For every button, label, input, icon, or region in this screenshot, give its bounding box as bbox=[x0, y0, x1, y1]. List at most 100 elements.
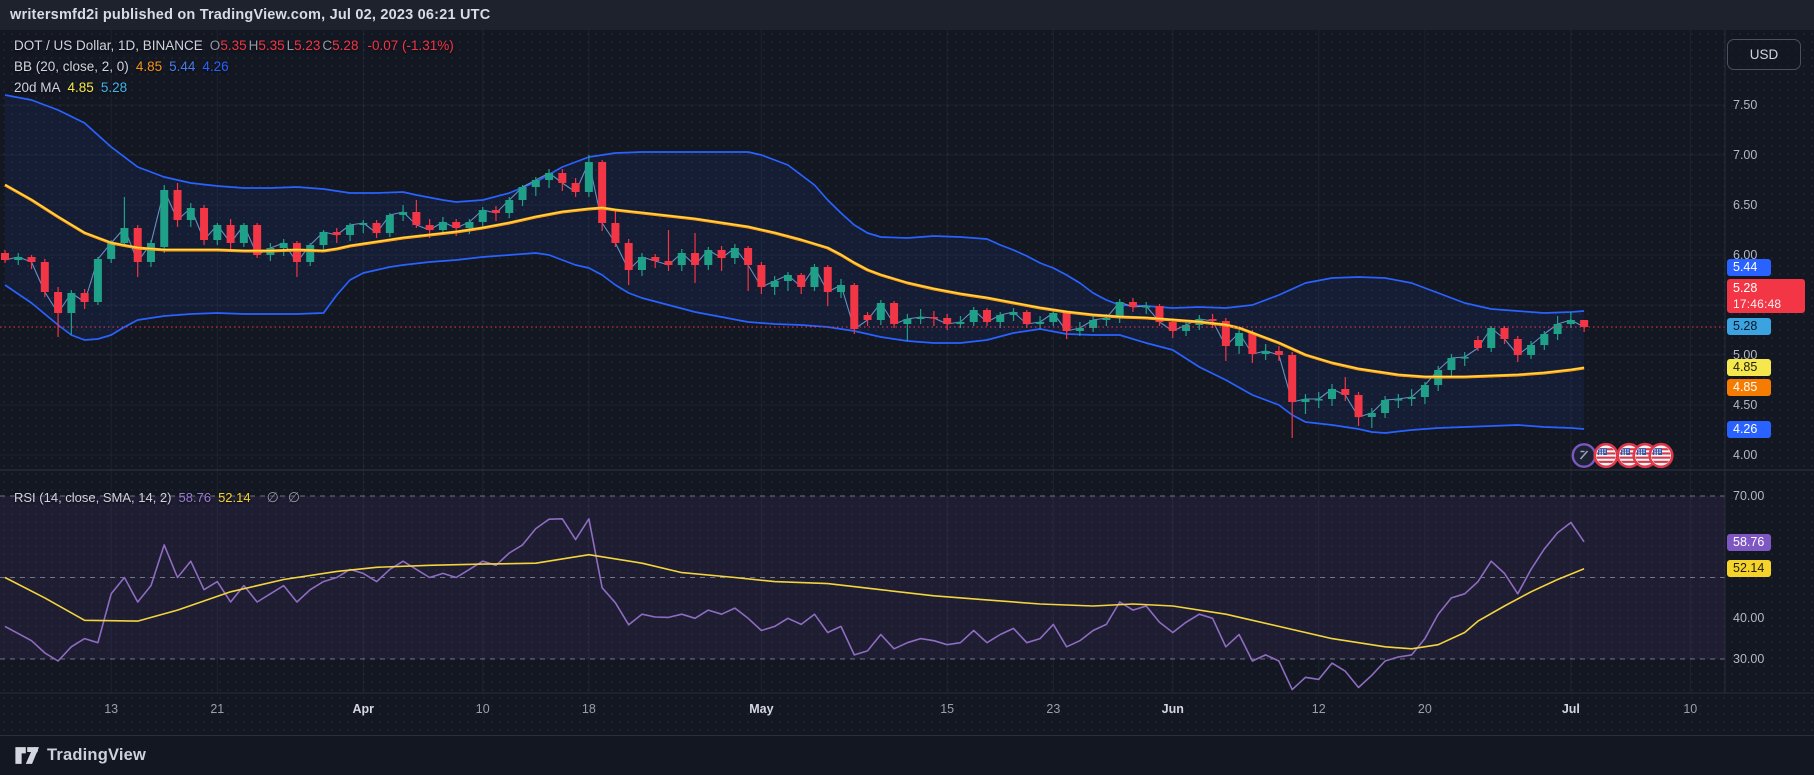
rsi-indicator-label[interactable]: RSI (14, close, SMA, 14, 2) bbox=[14, 490, 172, 505]
candle-body bbox=[1142, 306, 1150, 308]
price-value-label: 4.26 bbox=[1727, 421, 1771, 438]
candle-body bbox=[1315, 399, 1323, 401]
candle-body bbox=[1580, 320, 1588, 327]
rsi-tick: 40.00 bbox=[1733, 609, 1764, 627]
candle-body bbox=[54, 292, 62, 313]
candle-body bbox=[1527, 345, 1535, 355]
candle-body bbox=[757, 265, 765, 287]
rsi-legend-row[interactable]: RSI (14, close, SMA, 14, 2) 58.7652.14 ∅… bbox=[14, 489, 300, 506]
rsi-value-label: 58.76 bbox=[1727, 534, 1771, 551]
candle-body bbox=[651, 257, 659, 261]
tradingview-logo-icon[interactable] bbox=[14, 745, 39, 766]
candle-body bbox=[1341, 389, 1349, 395]
candle-body bbox=[160, 190, 168, 247]
candle-body bbox=[678, 253, 686, 265]
time-axis[interactable]: 1321Apr1018May1523Jun1220Jul10 bbox=[0, 693, 1814, 735]
candle-body bbox=[903, 319, 911, 324]
price-tick: 7.00 bbox=[1733, 146, 1757, 164]
candle-body bbox=[1182, 325, 1190, 331]
rsi-empty-icon: ∅ bbox=[288, 489, 300, 506]
candle-body bbox=[452, 222, 460, 228]
bb-indicator-label[interactable]: BB (20, close, 2, 0) bbox=[14, 59, 129, 74]
candle-body bbox=[227, 225, 235, 243]
ma-indicator-label[interactable]: 20d MA bbox=[14, 80, 61, 95]
candle-body bbox=[1474, 340, 1482, 348]
candle-body bbox=[1301, 399, 1309, 402]
candle-body bbox=[1368, 413, 1376, 417]
price-axis[interactable]: USD 7.507.006.506.005.004.504.0070.0040.… bbox=[1725, 30, 1814, 693]
candle-body bbox=[465, 222, 473, 228]
chart-plot-svg[interactable] bbox=[0, 30, 1814, 735]
candle-body bbox=[704, 250, 712, 265]
candle-body bbox=[373, 223, 381, 233]
candle-body bbox=[1554, 324, 1562, 334]
rsi-tick: 70.00 bbox=[1733, 487, 1764, 505]
price-tick: 4.00 bbox=[1733, 446, 1757, 464]
ohlc-c: C5.28 bbox=[322, 38, 358, 53]
us-flag-event-icon[interactable] bbox=[1648, 442, 1675, 469]
candle-body bbox=[1010, 312, 1018, 315]
tradingview-snapshot: writersmfd2i published on TradingView.co… bbox=[0, 0, 1814, 774]
bb-values: 4.855.444.26 bbox=[136, 59, 236, 74]
candle-body bbox=[346, 225, 354, 235]
candle-body bbox=[970, 310, 978, 322]
candle-body bbox=[545, 173, 553, 180]
currency-toggle-button[interactable]: USD bbox=[1727, 39, 1801, 70]
candle-body bbox=[1275, 351, 1283, 355]
candle-body bbox=[585, 162, 593, 192]
candle-body bbox=[1023, 312, 1031, 324]
tradingview-wordmark[interactable]: TradingView bbox=[47, 746, 146, 765]
price-value-label: 4.85 bbox=[1727, 379, 1771, 396]
candle-body bbox=[1288, 355, 1296, 402]
candle-body bbox=[1394, 399, 1402, 401]
candle-body bbox=[1235, 333, 1243, 346]
symbol-legend-row[interactable]: DOT / US Dollar, 1D, BINANCE O5.35H5.35L… bbox=[14, 38, 454, 53]
candle-body bbox=[1540, 334, 1548, 345]
candle-body bbox=[890, 303, 898, 324]
candle-body bbox=[996, 315, 1004, 322]
candle-body bbox=[359, 223, 367, 225]
candle-body bbox=[877, 303, 885, 320]
candle-body bbox=[41, 262, 49, 292]
chart-canvas[interactable]: DOT / US Dollar, 1D, BINANCE O5.35H5.35L… bbox=[0, 30, 1814, 735]
candle-body bbox=[386, 215, 394, 233]
bb-fill bbox=[5, 95, 1584, 433]
time-tick-day: 18 bbox=[582, 702, 596, 716]
time-tick-day: 10 bbox=[476, 702, 490, 716]
candle-body bbox=[187, 208, 195, 220]
footer-bar: TradingView bbox=[0, 735, 1814, 775]
bb-legend-row[interactable]: BB (20, close, 2, 0) 4.855.444.26 bbox=[14, 59, 236, 74]
candle-body bbox=[28, 257, 36, 262]
candle-body bbox=[850, 285, 858, 329]
candle-body bbox=[1076, 328, 1084, 331]
candle-body bbox=[67, 293, 75, 313]
candle-body bbox=[81, 293, 89, 302]
candle-body bbox=[439, 222, 447, 230]
candle-body bbox=[1102, 318, 1110, 320]
candle-body bbox=[837, 285, 845, 292]
candle-body bbox=[107, 243, 115, 259]
rsi-value: 58.76 bbox=[179, 490, 212, 505]
candle-body bbox=[412, 212, 420, 225]
bb-value: 4.26 bbox=[202, 59, 228, 74]
candle-body bbox=[1248, 333, 1256, 354]
candle-body bbox=[319, 232, 327, 245]
candle-body bbox=[1487, 328, 1495, 348]
candle-body bbox=[691, 253, 699, 265]
candle-body bbox=[625, 243, 633, 270]
candle-body bbox=[1262, 351, 1270, 354]
rsi-empty-icon: ∅ bbox=[267, 489, 279, 506]
price-value-label: 4.85 bbox=[1727, 359, 1771, 376]
candle-body bbox=[399, 212, 407, 215]
symbol-title[interactable]: DOT / US Dollar, 1D, BINANCE bbox=[14, 38, 203, 53]
time-tick-day: 15 bbox=[940, 702, 954, 716]
price-tick: 7.50 bbox=[1733, 96, 1757, 114]
ma-legend-row[interactable]: 20d MA 4.855.28 bbox=[14, 80, 134, 95]
candle-body bbox=[797, 275, 805, 287]
time-tick-day: 20 bbox=[1418, 702, 1432, 716]
candle-body bbox=[519, 187, 527, 200]
candle-body bbox=[174, 190, 182, 220]
bb-value: 5.44 bbox=[169, 59, 195, 74]
candle-body bbox=[147, 243, 155, 262]
candle-body bbox=[1447, 358, 1455, 370]
